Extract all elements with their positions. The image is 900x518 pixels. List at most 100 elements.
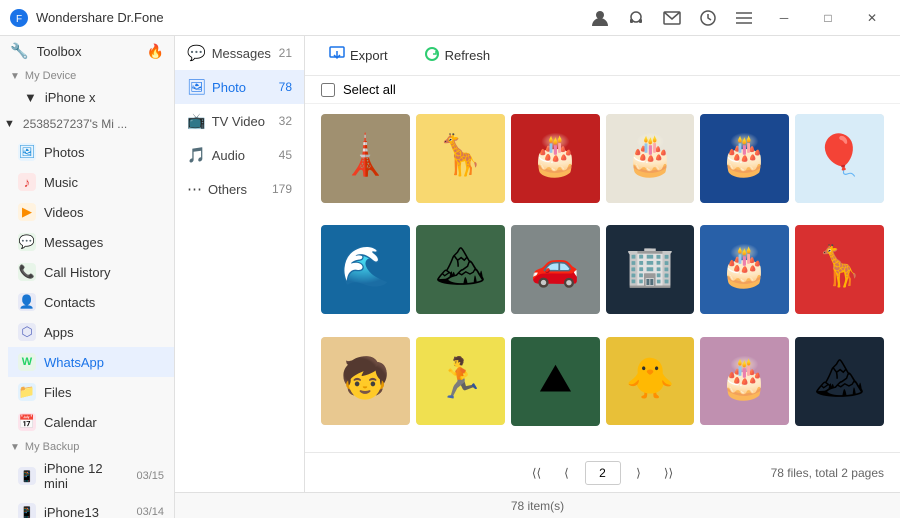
mail-icon[interactable] (658, 4, 686, 32)
photo-cell[interactable]: 🎂 (700, 337, 789, 426)
photo-cell[interactable]: ⛰ (511, 337, 600, 426)
title-bar: F Wondershare Dr.Fone ─ □ ✕ (0, 0, 900, 36)
iphone12mini-date: 03/15 (136, 470, 164, 482)
call-history-label: Call History (44, 265, 110, 280)
sidebar-whatsapp[interactable]: W WhatsApp (8, 347, 174, 377)
svg-text:🦒: 🦒 (436, 132, 485, 177)
photo-media-icon: 🖼 (187, 78, 206, 96)
sidebar-messages[interactable]: 💬 Messages (8, 227, 174, 257)
files-label: Files (44, 385, 71, 400)
photo-cell[interactable]: 🎈 (795, 114, 884, 203)
tvvideo-count: 32 (279, 114, 292, 128)
svg-text:🌊: 🌊 (341, 244, 390, 289)
media-nav-audio[interactable]: 🎵 Audio 45 (175, 138, 304, 172)
next-page-button[interactable]: ⟩ (627, 461, 651, 485)
sidebar-photos[interactable]: 🖼 Photos (8, 137, 174, 167)
backup-expand-icon: ▼ (10, 442, 20, 453)
sidebar-contacts[interactable]: 👤 Contacts (8, 287, 174, 317)
svg-text:F: F (16, 14, 22, 25)
photo-cell[interactable]: 🌊 (321, 225, 410, 314)
my-device-section[interactable]: ▼ My Device (0, 66, 174, 84)
first-page-button[interactable]: ⟨⟨ (525, 461, 549, 485)
music-label: Music (44, 175, 78, 190)
calendar-icon: 📅 (18, 413, 36, 431)
sidebar-iphone12mini[interactable]: 📱 iPhone 12 mini 03/15 (8, 455, 174, 497)
page-number-input[interactable] (585, 461, 621, 485)
svg-text:🚗: 🚗 (531, 245, 580, 289)
minimize-button[interactable]: ─ (766, 4, 802, 32)
svg-text:🎂: 🎂 (625, 130, 674, 178)
main-layout: 🔧 Toolbox 🔥 ▼ My Device ▼ iPhone x ▼ 253… (0, 36, 900, 518)
photo-cell[interactable]: 🎂 (606, 114, 695, 203)
svg-text:🎂: 🎂 (720, 242, 769, 290)
sidebar-iphone-x[interactable]: ▼ iPhone x (18, 84, 174, 111)
messages-media-icon: 💬 (187, 44, 206, 62)
svg-text:🎂: 🎂 (720, 130, 769, 178)
iphone12mini-label: iPhone 12 mini (44, 461, 128, 491)
sidebar-apps[interactable]: ⬡ Apps (8, 317, 174, 347)
refresh-label: Refresh (445, 48, 491, 63)
others-media-icon: ⋯ (187, 180, 202, 198)
media-nav-photo[interactable]: 🖼 Photo 78 (175, 70, 304, 104)
sidebar-mi-device[interactable]: ▼ 2538527237's Mi ... (0, 111, 174, 137)
svg-text:🎂: 🎂 (531, 130, 580, 178)
sidebar-iphone13[interactable]: 📱 iPhone13 03/14 (8, 497, 174, 518)
prev-page-button[interactable]: ⟨ (555, 461, 579, 485)
sidebar-files[interactable]: 📁 Files (8, 377, 174, 407)
audio-media-label: Audio (212, 148, 245, 163)
last-page-button[interactable]: ⟩⟩ (657, 461, 681, 485)
audio-count: 45 (279, 148, 292, 162)
close-button[interactable]: ✕ (854, 4, 890, 32)
photo-cell[interactable]: 🏢 (606, 225, 695, 314)
collapse-icon: ▼ (10, 71, 20, 82)
svg-text:🎈: 🎈 (815, 130, 864, 177)
page-info: 78 files, total 2 pages (771, 466, 884, 480)
pagination-container: ⟨⟨ ⟨ ⟩ ⟩⟩ 78 files, total 2 pages (305, 452, 900, 492)
history-icon[interactable] (694, 4, 722, 32)
sidebar-videos[interactable]: ▶ Videos (8, 197, 174, 227)
svg-text:🗼: 🗼 (341, 130, 390, 177)
apps-icon: ⬡ (18, 323, 36, 341)
menu-icon[interactable] (730, 4, 758, 32)
files-icon: 📁 (18, 383, 36, 401)
photo-cell[interactable]: 🎂 (700, 114, 789, 203)
videos-label: Videos (44, 205, 84, 220)
svg-text:🐥: 🐥 (625, 355, 674, 400)
select-all-bar: Select all (305, 76, 900, 104)
photo-cell[interactable]: 🏃 (416, 337, 505, 426)
media-nav-messages[interactable]: 💬 Messages 21 (175, 36, 304, 70)
svg-text:🏢: 🏢 (625, 245, 674, 289)
sidebar-music[interactable]: ♪ Music (8, 167, 174, 197)
photo-cell[interactable]: 🚗 (511, 225, 600, 314)
photo-cell[interactable]: 🦒 (416, 114, 505, 203)
mi-device-items: 🖼 Photos ♪ Music ▶ Videos 💬 Messages 📞 C… (0, 137, 174, 437)
videos-icon: ▶ (18, 203, 36, 221)
iphone-x-item: ▼ iPhone x (0, 84, 174, 111)
photo-cell[interactable]: 🎂 (511, 114, 600, 203)
tvvideo-nav-left: 📺 TV Video (187, 112, 265, 130)
sidebar-item-toolbox[interactable]: 🔧 Toolbox 🔥 (0, 36, 174, 66)
sidebar-calendar[interactable]: 📅 Calendar (8, 407, 174, 437)
export-button[interactable]: Export (321, 42, 396, 69)
photo-cell[interactable]: 🧒 (321, 337, 410, 426)
sidebar-call-history[interactable]: 📞 Call History (8, 257, 174, 287)
photo-cell[interactable]: 🏔 (416, 225, 505, 314)
photo-cell[interactable]: 🦒 (795, 225, 884, 314)
tvvideo-media-label: TV Video (212, 114, 265, 129)
my-backup-section[interactable]: ▼ My Backup (0, 437, 174, 455)
refresh-button[interactable]: Refresh (416, 42, 499, 69)
photo-cell[interactable]: 🏔 (795, 337, 884, 426)
media-nav-tvvideo[interactable]: 📺 TV Video 32 (175, 104, 304, 138)
user-icon[interactable] (586, 4, 614, 32)
photo-cell[interactable]: 🗼 (321, 114, 410, 203)
photo-cell[interactable]: 🎂 (700, 225, 789, 314)
maximize-button[interactable]: □ (810, 4, 846, 32)
svg-text:🏔: 🏔 (815, 356, 865, 400)
contacts-label: Contacts (44, 295, 95, 310)
svg-text:⛰: ⛰ (539, 356, 572, 400)
select-all-checkbox[interactable] (321, 83, 335, 97)
headset-icon[interactable] (622, 4, 650, 32)
media-nav-others[interactable]: ⋯ Others 179 (175, 172, 304, 206)
whatsapp-icon: W (18, 353, 36, 371)
photo-cell[interactable]: 🐥 (606, 337, 695, 426)
